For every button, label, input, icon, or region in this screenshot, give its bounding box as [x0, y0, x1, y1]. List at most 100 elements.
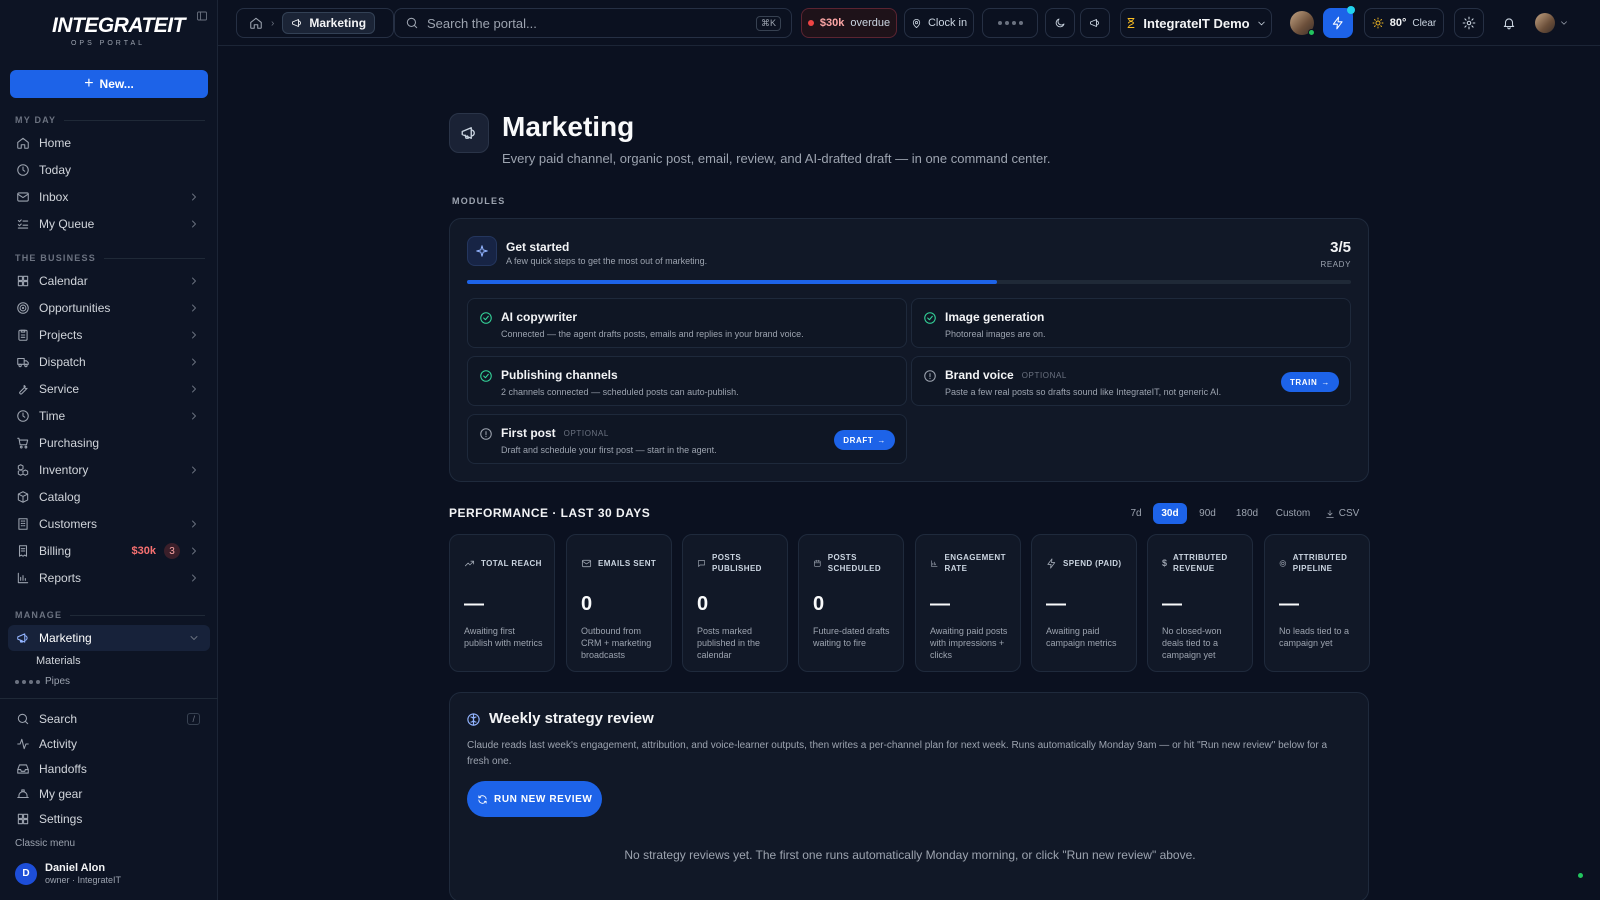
notification-dot: [1347, 6, 1355, 14]
metric-description: No leads tied to a campaign yet: [1279, 626, 1350, 648]
metric-emails-sent: EMAILS SENT 0 Outbound from CRM + market…: [566, 534, 672, 672]
range-30d[interactable]: 30d: [1153, 503, 1187, 524]
sidebar-collapse-icon[interactable]: [196, 10, 208, 22]
weather-widget[interactable]: 80° Clear: [1364, 8, 1444, 38]
draft-button[interactable]: DRAFT →: [834, 430, 895, 450]
sidebar-item-today[interactable]: Today: [8, 157, 210, 183]
overdue-label: overdue: [850, 17, 891, 29]
top-bar: › Marketing Search the portal... ⌘K $30k…: [218, 0, 1600, 46]
metric-total-reach: TOTAL REACH — Awaiting first publish wit…: [449, 534, 555, 672]
cart-icon: [17, 437, 29, 449]
sidebar-item-label: Opportunities: [39, 301, 111, 315]
chevron-right-icon: [192, 574, 196, 582]
sidebar-item-search[interactable]: Search /: [8, 706, 210, 732]
trending-up-icon: [464, 560, 475, 566]
logo[interactable]: INTEGRATEIT OPS PORTAL: [52, 14, 185, 47]
sidebar-item-settings[interactable]: Settings: [8, 806, 210, 832]
announcements-button[interactable]: [1080, 8, 1110, 38]
sidebar-item-label: Billing: [39, 544, 72, 558]
task-brand-voice[interactable]: Brand voice OPTIONAL Paste a few real po…: [911, 356, 1351, 406]
sidebar-item-projects[interactable]: Projects: [8, 322, 210, 348]
range-180d[interactable]: 180d: [1228, 503, 1266, 524]
range-custom[interactable]: Custom: [1270, 503, 1316, 524]
range-7d[interactable]: 7d: [1122, 503, 1150, 524]
draft-button-label: DRAFT: [843, 435, 874, 445]
lightning-icon: [1047, 558, 1056, 568]
train-button[interactable]: TRAIN →: [1280, 372, 1339, 392]
metric-label: ENGAGEMENT RATE: [944, 553, 1006, 573]
sidebar-item-marketing[interactable]: Marketing: [8, 625, 210, 651]
loading-dots-icon: [15, 679, 40, 684]
sidebar-item-purchasing[interactable]: Purchasing: [8, 430, 210, 456]
task-first-post[interactable]: First post OPTIONAL Draft and schedule y…: [467, 414, 907, 464]
sidebar-item-opportunities[interactable]: Opportunities: [8, 295, 210, 321]
classic-menu-link[interactable]: Classic menu: [15, 838, 75, 849]
home-icon[interactable]: [249, 16, 263, 30]
sidebar-item-service[interactable]: Service: [8, 376, 210, 402]
sidebar-item-dispatch[interactable]: Dispatch: [8, 349, 210, 375]
chevron-right-icon: [192, 385, 196, 393]
target-icon: [1279, 559, 1287, 567]
megaphone-icon: [461, 127, 475, 139]
notifications-button[interactable]: [1494, 8, 1524, 38]
run-new-review-label: RUN NEW REVIEW: [494, 793, 593, 805]
check-circle-icon: [480, 312, 492, 324]
sidebar-item-catalog[interactable]: Catalog: [8, 484, 210, 510]
quick-actions-button[interactable]: [1323, 6, 1355, 38]
run-new-review-button[interactable]: RUN NEW REVIEW: [467, 781, 603, 817]
overdue-badge[interactable]: $30k overdue: [801, 8, 897, 38]
optional-badge: OPTIONAL: [563, 428, 609, 438]
task-title: Brand voice: [945, 368, 1014, 382]
sidebar-item-customers[interactable]: Customers: [8, 511, 210, 537]
clock-in-button[interactable]: Clock in: [904, 8, 974, 38]
chevron-down-icon[interactable]: [1559, 18, 1569, 28]
sidebar-item-activity[interactable]: Activity: [8, 731, 210, 757]
chevron-right-icon: [192, 220, 196, 228]
sidebar-subitem-materials[interactable]: Materials: [36, 655, 81, 667]
sidebar-divider: [0, 698, 218, 699]
sidebar-item-handoffs[interactable]: Handoffs: [8, 756, 210, 782]
breadcrumb-current[interactable]: Marketing: [282, 12, 376, 34]
workspace-switcher[interactable]: IntegrateIT Demo: [1120, 8, 1272, 38]
metric-attributed-revenue: $ ATTRIBUTED REVENUE — No closed-won dea…: [1147, 534, 1253, 672]
task-image-generation[interactable]: Image generation Photoreal images are on…: [911, 298, 1351, 348]
csv-export-button[interactable]: CSV: [1320, 503, 1364, 524]
task-description: Paste a few real posts so drafts sound l…: [945, 387, 1222, 397]
sidebar-item-label: Today: [39, 163, 72, 177]
breadcrumb-current-label: Marketing: [309, 16, 367, 30]
user-profile[interactable]: D Daniel Alon owner · IntegrateIT: [15, 862, 121, 885]
metric-value: 0: [697, 593, 709, 615]
chevron-right-icon: [192, 358, 196, 366]
sidebar-item-queue[interactable]: My Queue: [8, 211, 210, 237]
info-circle-icon: [480, 428, 492, 440]
sidebar-item-billing[interactable]: Billing $30k 3: [8, 538, 210, 564]
clipboard-icon: [18, 329, 28, 341]
sidebar-item-home[interactable]: Home: [8, 130, 210, 156]
task-ai-copywriter[interactable]: AI copywriter Connected — the agent draf…: [467, 298, 907, 348]
sidebar-item-label: Activity: [39, 737, 78, 751]
truck-icon: [17, 357, 29, 368]
status-dots-button[interactable]: [982, 8, 1038, 38]
overdue-amount: $30k: [819, 17, 845, 29]
pipes-item[interactable]: Pipes: [15, 676, 70, 687]
team-avatar[interactable]: [1290, 11, 1315, 36]
sidebar-item-inventory[interactable]: Inventory: [8, 457, 210, 483]
sidebar-item-inbox[interactable]: Inbox: [8, 184, 210, 210]
sidebar-item-gear[interactable]: My gear: [8, 781, 210, 807]
list-check-icon: [17, 219, 29, 229]
task-publishing-channels[interactable]: Publishing channels 2 channels connected…: [467, 356, 907, 406]
user-avatar[interactable]: [1535, 13, 1555, 33]
sidebar-item-reports[interactable]: Reports: [8, 565, 210, 591]
search-input[interactable]: Search the portal... ⌘K: [394, 8, 792, 38]
sidebar-item-time[interactable]: Time: [8, 403, 210, 429]
new-button[interactable]: + New...: [10, 70, 208, 98]
settings-button[interactable]: [1454, 8, 1484, 38]
sidebar-item-calendar[interactable]: Calendar: [8, 268, 210, 294]
range-90d[interactable]: 90d: [1191, 503, 1224, 524]
task-title: AI copywriter: [501, 310, 578, 324]
modules-label: MODULES: [452, 196, 506, 206]
theme-toggle-button[interactable]: [1045, 8, 1075, 38]
metric-description: No closed-won deals tied to a campaign y…: [1162, 626, 1222, 660]
package-icon: [17, 491, 29, 503]
sidebar-item-label: Handoffs: [39, 762, 87, 776]
